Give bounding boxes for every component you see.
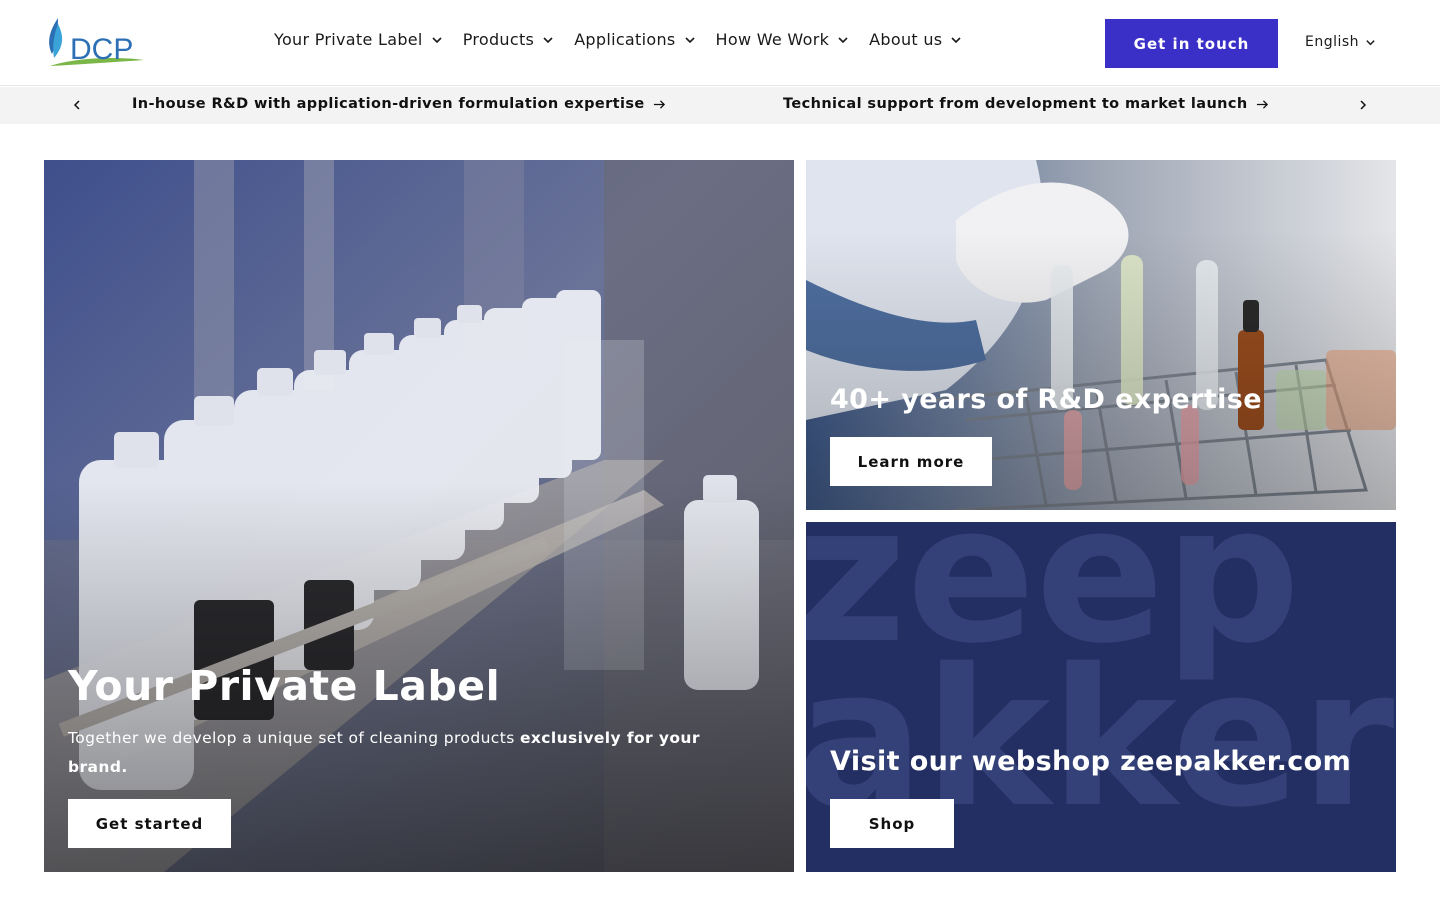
- chevron-down-icon: [1366, 39, 1375, 45]
- nav-label: Applications: [574, 30, 676, 49]
- announcement-bar: In-house R&D with application-driven for…: [0, 87, 1440, 124]
- language-selector[interactable]: English: [1305, 34, 1376, 50]
- rd-title: 40+ years of R&D expertise: [830, 384, 1262, 415]
- chevron-down-icon: [684, 36, 695, 43]
- nav-label: Products: [462, 30, 535, 49]
- language-label: English: [1305, 34, 1360, 50]
- nav-label: Your Private Label: [274, 30, 423, 49]
- nav-applications[interactable]: Applications: [574, 30, 695, 49]
- announcement-item[interactable]: In-house R&D with application-driven for…: [132, 96, 666, 112]
- chevron-down-icon: [838, 36, 848, 43]
- learn-more-button[interactable]: Learn more: [830, 437, 992, 486]
- nav-label: How We Work: [715, 30, 830, 49]
- private-label-card: Your Private Label Together we develop a…: [44, 160, 794, 872]
- webshop-title: Visit our webshop zeepakker.com: [830, 746, 1352, 777]
- site-header: DCP Your Private Label Products Applicat…: [0, 0, 1440, 86]
- chevron-down-icon: [951, 36, 962, 43]
- nav-your-private-label[interactable]: Your Private Label: [274, 30, 443, 49]
- announcement-item[interactable]: Technical support from development to ma…: [783, 96, 1269, 112]
- arrow-right-icon: [653, 99, 665, 109]
- shop-button[interactable]: Shop: [830, 799, 954, 848]
- hero-description: Together we develop a unique set of clea…: [68, 724, 758, 782]
- nav-label: About us: [869, 30, 943, 49]
- dcp-logo[interactable]: DCP: [44, 16, 146, 70]
- main-nav: Your Private Label Products Applications…: [274, 30, 982, 49]
- nav-about-us[interactable]: About us: [869, 30, 962, 49]
- arrow-right-icon: [1256, 99, 1268, 109]
- nav-products[interactable]: Products: [463, 30, 555, 49]
- chevron-down-icon: [543, 36, 553, 43]
- hero-desc-text: Together we develop a unique set of clea…: [68, 729, 520, 747]
- chevron-down-icon: [432, 36, 442, 43]
- get-in-touch-button[interactable]: Get in touch: [1105, 19, 1278, 68]
- chevron-right-icon[interactable]: [1355, 97, 1371, 113]
- dcp-logo-mark: DCP: [49, 18, 144, 66]
- logo-text: DCP: [70, 33, 133, 66]
- get-started-button[interactable]: Get started: [68, 799, 231, 848]
- webshop-card: zeep akker Visit our webshop zeepakker.c…: [806, 522, 1396, 872]
- hero-title: Your Private Label: [68, 662, 501, 710]
- chevron-left-icon[interactable]: [69, 97, 85, 113]
- announcement-text: Technical support from development to ma…: [783, 96, 1248, 112]
- rd-expertise-card: 40+ years of R&D expertise Learn more: [806, 160, 1396, 510]
- nav-how-we-work[interactable]: How We Work: [716, 30, 850, 49]
- announcement-text: In-house R&D with application-driven for…: [132, 96, 645, 112]
